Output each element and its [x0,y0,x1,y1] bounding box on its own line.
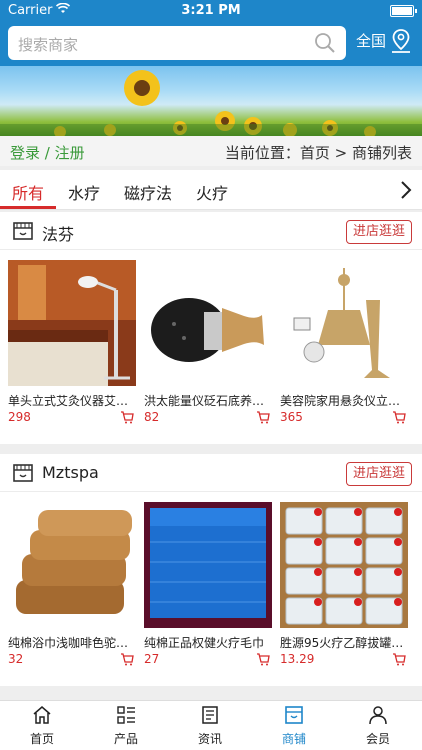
cart-icon[interactable] [392,410,406,424]
location-icon[interactable] [390,28,412,54]
home-icon [33,706,51,724]
nav-products[interactable]: 产品 [84,701,168,750]
login-register-link[interactable]: 登录 / 注册 [10,142,85,163]
cart-icon[interactable] [120,652,134,666]
nav-news[interactable]: 资讯 [168,701,252,750]
tab-water-therapy[interactable]: 水疗 [68,180,100,204]
shop-card: Mztspa 进店逛逛 纯棉浴巾浅咖啡色驼色毛巾 32 [0,454,422,686]
product-image[interactable] [144,502,272,628]
breadcrumb: 当前位置：首页 > 商铺列表 [224,144,412,162]
product-image[interactable] [8,260,136,386]
shop-header: 法芬 进店逛逛 [0,212,422,250]
product-image[interactable] [144,260,272,386]
product-price: 32 [8,652,24,666]
product-price: 298 [8,410,31,424]
nav-stores-label: 商铺 [281,732,306,746]
category-tabs: 所有 水疗 磁疗法 火疗 [0,170,422,210]
product-name[interactable]: 洪太能量仪砭石底养生仪 [144,392,272,409]
product-price: 365 [280,410,303,424]
nav-member-label: 会员 [365,732,390,746]
nav-stores[interactable]: 商铺 [252,701,336,750]
product-price: 13.29 [280,652,315,666]
search-input[interactable]: 搜索商家 [8,26,346,60]
tab-fire-therapy[interactable]: 火疗 [196,180,228,204]
store-icon [13,464,33,482]
nav-home-label: 首页 [29,732,54,746]
shop-name: 法芬 [42,225,75,244]
search-icon[interactable] [314,32,336,54]
cart-icon[interactable] [256,652,270,666]
cart-icon[interactable] [120,410,134,424]
list-icon [117,706,135,724]
battery-icon [390,5,417,17]
product-name[interactable]: 单头立式艾灸仪器艾灸理疗 [8,392,136,409]
status-time: 3:21 PM [181,3,241,18]
shop-name: Mztspa [42,463,99,482]
nav-member[interactable]: 会员 [336,701,420,750]
product-name[interactable]: 胜源95火疗乙醇拔罐酒精 [280,634,408,651]
product-image[interactable] [280,502,408,628]
app-header: Carrier 3:21 PM 搜索商家 全国 [0,0,422,66]
product-price: 27 [144,652,160,666]
search-placeholder: 搜索商家 [18,36,79,54]
product-price: 82 [144,410,160,424]
store-icon [13,222,33,240]
product-image[interactable] [8,502,136,628]
tab-magnetic-therapy[interactable]: 磁疗法 [124,180,172,204]
sunflower-banner[interactable] [0,66,422,136]
product-name[interactable]: 纯棉浴巾浅咖啡色驼色毛巾 [8,634,136,651]
visit-store-button[interactable]: 进店逛逛 [345,220,412,244]
product-image[interactable] [280,260,408,386]
shop-card: 法芬 进店逛逛 单头立式艾灸仪器艾灸理疗 298 [0,212,422,444]
product-name[interactable]: 纯棉正品权健火疗毛巾 [144,634,272,651]
shop-header: Mztspa 进店逛逛 [0,454,422,492]
visit-store-button[interactable]: 进店逛逛 [345,462,412,486]
cart-icon[interactable] [392,652,406,666]
nav-home[interactable]: 首页 [0,701,84,750]
product-name[interactable]: 美容院家用悬灸仪立式艾灸 [280,392,408,409]
store-icon [285,706,303,724]
user-icon [369,706,387,725]
bottom-tab-bar: 首页 产品 资讯 商铺 会员 [0,700,422,750]
region-selector[interactable]: 全国 [356,30,386,51]
active-tab-indicator [0,206,56,209]
nav-products-label: 产品 [113,732,138,746]
status-bar: Carrier 3:21 PM [0,0,422,22]
news-icon [202,706,218,724]
nav-news-label: 资讯 [197,732,222,746]
cart-icon[interactable] [256,410,270,424]
chevron-right-icon[interactable] [398,180,414,200]
location-bar: 登录 / 注册 当前位置：首页 > 商铺列表 [0,136,422,166]
tab-all[interactable]: 所有 [12,180,44,204]
